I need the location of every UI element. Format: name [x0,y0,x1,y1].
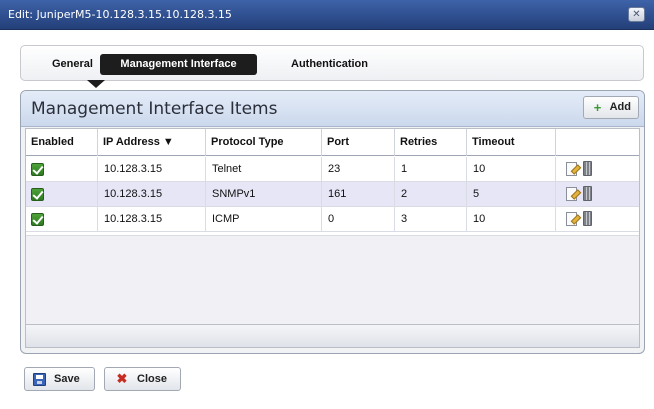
add-button[interactable]: + Add [583,96,639,119]
enabled-cell [26,157,98,182]
edit-icon[interactable] [566,187,577,201]
floppy-disk-icon [33,373,46,386]
add-button-label: Add [609,101,631,113]
column-header-protocol-type[interactable]: Protocol Type [206,129,322,156]
checkbox-checked-icon[interactable] [31,213,44,226]
dialog-body: General Management Interface Authenticat… [0,30,654,409]
save-button[interactable]: Save [24,367,95,391]
tab-bar: General Management Interface Authenticat… [20,45,644,88]
close-button-label: Close [137,373,167,385]
trash-icon[interactable] [583,186,592,201]
retries-cell: 1 [395,157,467,182]
column-header-retries[interactable]: Retries [395,129,467,156]
column-header-enabled[interactable]: Enabled [26,129,98,156]
panel-header: Management Interface Items + Add [21,91,644,127]
dialog-close-button[interactable]: ✕ [628,7,645,22]
panel-title: Management Interface Items [31,99,278,119]
actions-cell [556,182,641,207]
column-header-ip-address[interactable]: IP Address ▼ [98,129,206,156]
timeout-cell: 5 [467,182,556,207]
port-cell: 23 [322,157,395,182]
trash-icon[interactable] [583,161,592,176]
tab-management-interface[interactable]: Management Interface [100,54,257,75]
table-footer [26,324,639,347]
table-row[interactable]: 10.128.3.15 ICMP 0 3 10 [26,207,639,232]
enabled-cell [26,207,98,232]
protocol-cell: Telnet [206,157,322,182]
close-button[interactable]: ✖ Close [104,367,181,391]
timeout-cell: 10 [467,157,556,182]
sort-descending-icon: ▼ [162,136,174,148]
actions-cell [556,157,641,182]
trash-icon[interactable] [583,211,592,226]
retries-cell: 2 [395,182,467,207]
port-cell: 161 [322,182,395,207]
tab-authentication[interactable]: Authentication [283,54,376,75]
table-empty-area [26,235,639,325]
edit-icon[interactable] [566,162,577,176]
checkbox-checked-icon[interactable] [31,188,44,201]
ip-address-cell: 10.128.3.15 [98,157,206,182]
tab-general[interactable]: General [44,54,101,75]
checkbox-checked-icon[interactable] [31,163,44,176]
plus-icon: + [593,100,602,115]
management-interface-table: Enabled IP Address ▼ Protocol Type Port … [25,128,640,348]
management-interface-panel: Management Interface Items + Add Enabled… [20,90,645,354]
save-button-label: Save [54,373,80,385]
column-header-timeout[interactable]: Timeout [467,129,556,156]
table-row[interactable]: 10.128.3.15 Telnet 23 1 10 [26,157,639,182]
timeout-cell: 10 [467,207,556,232]
enabled-cell [26,182,98,207]
ip-address-cell: 10.128.3.15 [98,182,206,207]
actions-cell [556,207,641,232]
close-x-icon: ✖ [116,371,128,386]
port-cell: 0 [322,207,395,232]
table-header: Enabled IP Address ▼ Protocol Type Port … [26,129,639,156]
column-header-ip-address-label: IP Address [103,136,160,148]
column-header-actions [556,129,641,156]
ip-address-cell: 10.128.3.15 [98,207,206,232]
dialog-title: Edit: JuniperM5-10.128.3.15.10.128.3.15 [8,8,232,21]
retries-cell: 3 [395,207,467,232]
protocol-cell: SNMPv1 [206,182,322,207]
column-header-port[interactable]: Port [322,129,395,156]
protocol-cell: ICMP [206,207,322,232]
table-row[interactable]: 10.128.3.15 SNMPv1 161 2 5 [26,182,639,207]
selected-tab-pointer [87,80,105,88]
close-icon: ✕ [632,9,641,20]
dialog-titlebar: Edit: JuniperM5-10.128.3.15.10.128.3.15 … [0,0,654,30]
edit-icon[interactable] [566,212,577,226]
